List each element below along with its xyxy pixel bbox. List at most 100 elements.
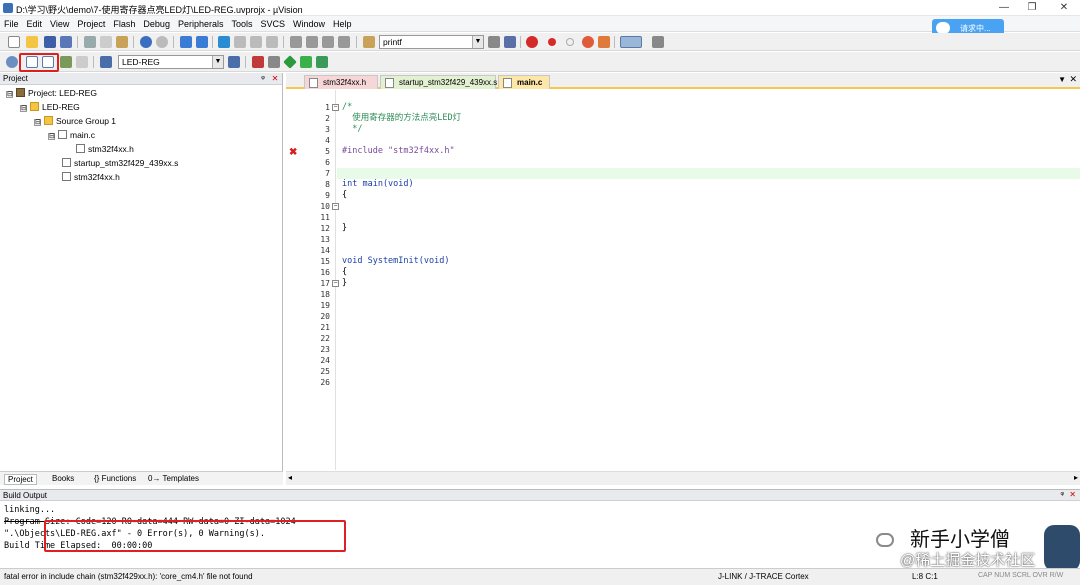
- menu-file[interactable]: File: [0, 16, 23, 29]
- tab-stm32f4xx-h[interactable]: stm32f4xx.h: [304, 75, 378, 89]
- project-icon: [16, 88, 25, 97]
- collapse-icon[interactable]: ⊟: [48, 133, 55, 140]
- tab-startup-s[interactable]: startup_stm32f429_439xx.s: [380, 75, 497, 89]
- pin-icon[interactable]: ᵠ: [1060, 490, 1064, 499]
- configure-icon[interactable]: [652, 36, 664, 48]
- pin-icon[interactable]: ᵠ: [258, 73, 268, 85]
- next-bookmark-icon[interactable]: [250, 36, 262, 48]
- indent-icon[interactable]: [290, 36, 302, 48]
- copy-icon[interactable]: [100, 36, 112, 48]
- run-time-environment-icon[interactable]: [316, 56, 328, 68]
- line-number: 18: [320, 290, 330, 299]
- tab-project[interactable]: Project: [4, 474, 37, 485]
- window-layout-icon[interactable]: [620, 36, 642, 48]
- bookmark-icon[interactable]: [218, 36, 230, 48]
- menu-peripherals[interactable]: Peripherals: [174, 16, 228, 29]
- batch-build-icon[interactable]: [60, 56, 72, 68]
- paste-icon[interactable]: [116, 36, 128, 48]
- tree-item-target[interactable]: ⊟ LED-REG: [20, 101, 80, 114]
- build-result-highlight: [44, 520, 346, 552]
- chevron-down-icon[interactable]: ▼: [212, 56, 223, 68]
- stop-build-icon[interactable]: [76, 56, 88, 68]
- menu-help[interactable]: Help: [329, 16, 356, 29]
- collapse-icon[interactable]: ⊟: [34, 119, 41, 126]
- tree-label: Project: LED-REG: [28, 88, 97, 98]
- breakpoint-icon[interactable]: [548, 38, 556, 46]
- menu-view[interactable]: View: [46, 16, 73, 29]
- find-icon[interactable]: [488, 36, 500, 48]
- menu-debug[interactable]: Debug: [139, 16, 174, 29]
- close-tab-icon[interactable]: ✕: [1069, 74, 1077, 85]
- debug-session-icon[interactable]: [526, 36, 538, 48]
- code-line: #include "stm32f4xx.h": [342, 146, 455, 156]
- menu-edit[interactable]: Edit: [23, 16, 47, 29]
- disable-breakpoint-icon[interactable]: [566, 38, 574, 46]
- find-combo[interactable]: printf ▼: [379, 35, 484, 49]
- save-all-icon[interactable]: [60, 36, 72, 48]
- editor-horizontal-scrollbar[interactable]: ◂ ▸: [286, 471, 1080, 485]
- tab-main-c[interactable]: main.c: [498, 75, 550, 89]
- close-panel-icon[interactable]: ✕: [1069, 490, 1076, 499]
- undo-icon[interactable]: [140, 36, 152, 48]
- tree-item-source-group[interactable]: ⊟ Source Group 1: [34, 115, 116, 128]
- avatar: [1044, 525, 1080, 571]
- tab-list-dropdown-icon[interactable]: ▼: [1058, 75, 1066, 84]
- editor-area[interactable]: [286, 73, 1080, 485]
- comment-icon[interactable]: [322, 36, 334, 48]
- tab-books[interactable]: Books: [52, 474, 74, 483]
- fold-toggle-icon[interactable]: −: [332, 104, 339, 111]
- clear-bookmarks-icon[interactable]: [266, 36, 278, 48]
- menu-project[interactable]: Project: [73, 16, 109, 29]
- download-icon[interactable]: [100, 56, 112, 68]
- tree-label: main.c: [70, 130, 96, 140]
- cut-icon[interactable]: [84, 36, 96, 48]
- new-file-icon[interactable]: [8, 36, 20, 48]
- select-packs-icon[interactable]: [300, 56, 312, 68]
- file-extensions-icon[interactable]: [252, 56, 264, 68]
- unindent-icon[interactable]: [306, 36, 318, 48]
- line-number: 25: [320, 367, 330, 376]
- collapse-icon[interactable]: ⊟: [20, 105, 27, 112]
- collapse-icon[interactable]: ⊟: [6, 91, 13, 98]
- manage-components-icon[interactable]: [268, 56, 280, 68]
- nav-forward-icon[interactable]: [196, 36, 208, 48]
- clear-breakpoints-icon[interactable]: [582, 36, 594, 48]
- target-options-icon[interactable]: [228, 56, 240, 68]
- redo-icon[interactable]: [156, 36, 168, 48]
- menu-flash[interactable]: Flash: [109, 16, 139, 29]
- tree-item-startup[interactable]: startup_stm32f429_439xx.s: [62, 157, 178, 170]
- chevron-down-icon[interactable]: ▼: [472, 36, 483, 48]
- scroll-right-icon[interactable]: ▸: [1074, 473, 1078, 482]
- pack-installer-icon[interactable]: [283, 55, 297, 69]
- tree-item-project[interactable]: ⊟ Project: LED-REG: [6, 87, 97, 100]
- uncomment-icon[interactable]: [338, 36, 350, 48]
- tree-label: stm32f4xx.h: [74, 172, 120, 182]
- tree-item-main-c[interactable]: ⊟ main.c: [48, 129, 95, 142]
- prev-bookmark-icon[interactable]: [234, 36, 246, 48]
- close-panel-icon[interactable]: ✕: [270, 73, 280, 85]
- line-number: 15: [320, 257, 330, 266]
- fold-toggle-icon[interactable]: −: [332, 280, 339, 287]
- incremental-find-icon[interactable]: [504, 36, 516, 48]
- menu-window[interactable]: Window: [289, 16, 329, 29]
- save-icon[interactable]: [44, 36, 56, 48]
- tree-item-header[interactable]: stm32f4xx.h: [62, 171, 120, 184]
- menu-svcs[interactable]: SVCS: [257, 16, 290, 29]
- maximize-button[interactable]: ❐: [1018, 1, 1046, 15]
- open-file-icon[interactable]: [26, 36, 38, 48]
- tree-item-header[interactable]: stm32f4xx.h: [76, 143, 134, 156]
- find-in-files-icon[interactable]: [363, 36, 375, 48]
- menu-tools[interactable]: Tools: [227, 16, 256, 29]
- fold-toggle-icon[interactable]: −: [332, 203, 339, 210]
- target-select[interactable]: LED-REG ▼: [118, 55, 224, 69]
- watermark-sub: @稀土掘金技术社区: [900, 552, 1036, 569]
- close-window-button[interactable]: ✕: [1050, 1, 1078, 15]
- nav-back-icon[interactable]: [180, 36, 192, 48]
- kill-breakpoints-icon[interactable]: [598, 36, 610, 48]
- tab-functions[interactable]: {} Functions: [94, 474, 136, 483]
- tab-templates[interactable]: 0→ Templates: [148, 474, 199, 483]
- code-line: {: [342, 190, 348, 200]
- translate-icon[interactable]: [6, 56, 18, 68]
- scroll-left-icon[interactable]: ◂: [288, 473, 292, 482]
- minimize-button[interactable]: —: [990, 1, 1018, 15]
